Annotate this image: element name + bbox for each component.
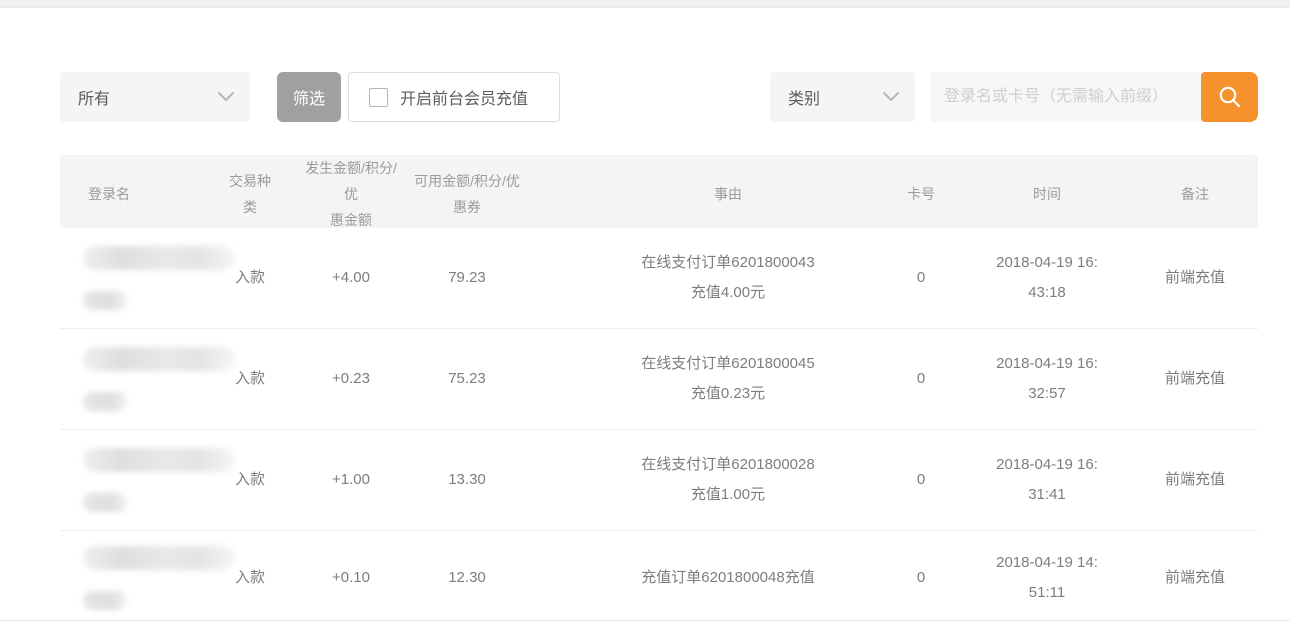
redacted-login-blur — [83, 591, 127, 610]
member-recharge-records-page: 所有 筛选 开启前台会员充值 类别 登录名交易种类发生金额/积分/优惠金额可用金… — [0, 0, 1290, 624]
amount-cell: +1.00 — [300, 465, 402, 495]
column-header-reason: 事由 — [532, 181, 880, 207]
redacted-login-blur — [83, 392, 127, 411]
reason-cell: 在线支付订单6201800043充值4.00元 — [532, 248, 880, 308]
recharge-records-table: 登录名交易种类发生金额/积分/优惠金额可用金额/积分/优惠券事由卡号时间备注 入… — [60, 155, 1258, 624]
table-row[interactable]: 入款 +0.23 75.23 在线支付订单6201800045充值0.23元 0… — [60, 328, 1258, 429]
note-cell: 前端充值 — [1132, 563, 1258, 593]
reason-cell: 充值订单6201800048充值 — [532, 563, 880, 593]
chevron-down-icon — [218, 92, 234, 102]
reason-cell: 在线支付订单6201800045充值0.23元 — [532, 349, 880, 409]
amount-cell: +0.23 — [300, 364, 402, 394]
available-balance-cell: 13.30 — [402, 465, 532, 495]
category-value: 类别 — [788, 85, 820, 109]
redacted-login-blur — [83, 493, 127, 512]
column-header-card: 卡号 — [880, 181, 962, 207]
filter-button[interactable]: 筛选 — [277, 72, 341, 122]
note-cell: 前端充值 — [1132, 465, 1258, 495]
login-cell — [60, 246, 200, 310]
redacted-login-blur — [83, 246, 235, 270]
card-number-cell: 0 — [880, 364, 962, 394]
top-divider-strip — [0, 0, 1290, 8]
redacted-login-blur — [83, 546, 235, 570]
table-row[interactable]: 入款 +4.00 79.23 在线支付订单6201800043充值4.00元 0… — [60, 228, 1258, 328]
card-number-cell: 0 — [880, 563, 962, 593]
login-cell — [60, 347, 200, 411]
column-header-amount: 发生金额/积分/优惠金额 — [300, 155, 402, 233]
note-cell: 前端充值 — [1132, 263, 1258, 293]
table-row[interactable]: 入款 +0.10 12.30 充值订单6201800048充值 0 2018-0… — [60, 530, 1258, 624]
search-input[interactable] — [930, 72, 1201, 122]
column-header-login: 登录名 — [60, 181, 200, 207]
time-cell: 2018-04-19 16:31:41 — [962, 450, 1132, 510]
category-dropdown[interactable]: 类别 — [770, 72, 915, 122]
login-cell — [60, 448, 200, 512]
column-header-available: 可用金额/积分/优惠券 — [402, 168, 532, 220]
login-cell — [60, 546, 200, 610]
card-number-cell: 0 — [880, 263, 962, 293]
reason-cell: 在线支付订单6201800028充值1.00元 — [532, 450, 880, 510]
available-balance-cell: 79.23 — [402, 263, 532, 293]
magnifier-icon — [1217, 84, 1243, 110]
available-balance-cell: 12.30 — [402, 563, 532, 593]
amount-cell: +0.10 — [300, 563, 402, 593]
column-header-time: 时间 — [962, 181, 1132, 207]
redacted-login-blur — [83, 347, 235, 371]
enable-front-recharge-checkbox[interactable]: 开启前台会员充值 — [348, 72, 560, 122]
toolbar: 所有 筛选 开启前台会员充值 类别 — [60, 72, 1258, 122]
available-balance-cell: 75.23 — [402, 364, 532, 394]
time-cell: 2018-04-19 14:51:11 — [962, 548, 1132, 608]
checkbox-icon[interactable] — [369, 88, 388, 107]
search-button[interactable] — [1201, 72, 1258, 122]
card-number-cell: 0 — [880, 465, 962, 495]
amount-cell: +4.00 — [300, 263, 402, 293]
column-header-type: 交易种类 — [200, 168, 300, 220]
chevron-down-icon — [883, 92, 899, 102]
note-cell: 前端充值 — [1132, 364, 1258, 394]
redacted-login-blur — [83, 291, 127, 310]
column-header-note: 备注 — [1132, 181, 1258, 207]
time-cell: 2018-04-19 16:32:57 — [962, 349, 1132, 409]
table-header-row: 登录名交易种类发生金额/积分/优惠金额可用金额/积分/优惠券事由卡号时间备注 — [60, 155, 1258, 228]
status-filter-value: 所有 — [78, 85, 110, 109]
table-row[interactable]: 入款 +1.00 13.30 在线支付订单6201800028充值1.00元 0… — [60, 429, 1258, 530]
bottom-divider — [0, 620, 1290, 621]
checkbox-label: 开启前台会员充值 — [400, 85, 528, 109]
time-cell: 2018-04-19 16:43:18 — [962, 248, 1132, 308]
status-filter-dropdown[interactable]: 所有 — [60, 72, 250, 122]
redacted-login-blur — [83, 448, 235, 472]
table-body: 入款 +4.00 79.23 在线支付订单6201800043充值4.00元 0… — [60, 228, 1258, 624]
